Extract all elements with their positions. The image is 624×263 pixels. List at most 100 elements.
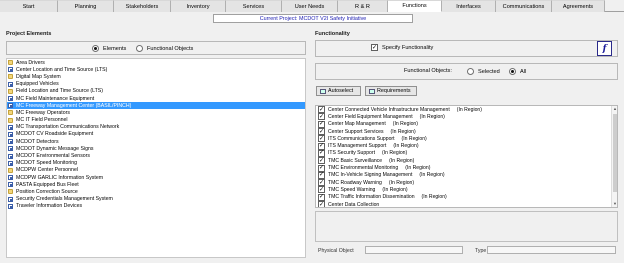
tree-item-label: MCDOT Detectors (16, 138, 59, 145)
tree-item[interactable]: MCDPW GARLIC Information System (7, 174, 305, 181)
tree-item[interactable]: MCDOT Detectors (7, 138, 305, 145)
tab-communications[interactable]: Communications (496, 0, 552, 12)
radio-all-label: All (520, 68, 527, 75)
function-row[interactable]: ✓ Center Support Services (In Region) (316, 128, 617, 136)
radio-functional-objects-icon[interactable] (136, 45, 143, 52)
functions-scrollbar[interactable]: ▲ ▼ (611, 106, 617, 207)
project-elements-list[interactable]: Area Drivers Center Location and Time Sou… (6, 58, 306, 258)
radio-selected-icon[interactable] (467, 68, 474, 75)
function-region: (In Region) (392, 121, 418, 128)
function-row[interactable]: ✓ TMC Roadway Warning (In Region) (316, 179, 617, 187)
project-elements-header: Project Elements (6, 31, 52, 37)
tree-item[interactable]: Security Credentials Management System (7, 196, 305, 203)
function-row[interactable]: ✓ ITS Management Support (In Region) (316, 142, 617, 150)
requirements-button[interactable]: Requirements (365, 86, 417, 96)
function-checkbox[interactable]: ✓ (318, 201, 325, 207)
function-checkbox[interactable]: ✓ (318, 179, 325, 187)
tree-item[interactable]: MC IT Field Personnel (7, 117, 305, 124)
element-icon (8, 146, 13, 152)
tab-r-r[interactable]: R & R (338, 0, 388, 12)
tree-item-label: Equipped Vehicles (16, 81, 59, 88)
tree-item[interactable]: Traveler Information Devices (7, 203, 305, 210)
function-checkbox[interactable]: ✓ (318, 157, 325, 165)
tree-item[interactable]: MCDPW Center Personnel (7, 167, 305, 174)
scroll-down-icon[interactable]: ▼ (612, 201, 617, 207)
folder-icon (8, 189, 13, 195)
tree-item-label: MCDOT Dynamic Message Signs (16, 145, 94, 152)
folder-icon (8, 88, 13, 94)
function-row[interactable]: ✓ Center Field Equipment Management (In Re… (316, 113, 617, 121)
tree-item-label: Traveler Information Devices (16, 203, 83, 210)
autoselect-button[interactable]: Autoselect (316, 86, 361, 96)
specify-functionality-checkbox[interactable]: ✓ (371, 44, 378, 51)
function-checkbox[interactable]: ✓ (318, 193, 325, 201)
function-region: (In Region) (456, 106, 482, 113)
functions-list[interactable]: ✓ Center Connected Vehicle Infrastructure… (315, 105, 618, 208)
tree-item[interactable]: MCDOT Dynamic Message Signs (7, 145, 305, 152)
type-label: Type (475, 248, 487, 254)
tab-functions[interactable]: Functions (388, 0, 442, 12)
tree-item[interactable]: MC Field Maintenance Equipment (7, 95, 305, 102)
function-row[interactable]: ✓ TMC In-Vehicle Signing Management (In Re… (316, 171, 617, 179)
type-field (487, 246, 616, 254)
function-name: Center Field Equipment Management (328, 113, 413, 120)
function-checkbox[interactable]: ✓ (318, 120, 325, 128)
function-checkbox[interactable]: ✓ (318, 128, 325, 136)
radio-selected-option[interactable]: Selected (467, 68, 500, 75)
function-row[interactable]: ✓ ITS Security Support (In Region) (316, 149, 617, 157)
tab-interfaces[interactable]: Interfaces (442, 0, 496, 12)
function-checkbox[interactable]: ✓ (318, 106, 325, 114)
function-checkbox[interactable]: ✓ (318, 164, 325, 172)
function-row[interactable]: ✓ Center Connected Vehicle Infrastructure… (316, 106, 617, 114)
tree-item[interactable]: PASTA Equipped Bus Fleet (7, 181, 305, 188)
radio-elements-icon[interactable] (92, 45, 99, 52)
tree-item[interactable]: Center Location and Time Source (LTS) (7, 66, 305, 73)
function-checkbox[interactable]: ✓ (318, 149, 325, 157)
function-checkbox[interactable]: ✓ (318, 135, 325, 143)
functionality-header: Functionality (315, 31, 350, 37)
function-row[interactable]: ✓ TMC Environmental Monitoring (In Region) (316, 164, 617, 172)
tree-item[interactable]: MCDOT Speed Monitoring (7, 160, 305, 167)
scroll-up-icon[interactable]: ▲ (612, 106, 617, 112)
tree-item-label: MCDOT Speed Monitoring (16, 160, 78, 167)
function-formula-icon[interactable]: f (597, 41, 612, 56)
tab-stakeholders[interactable]: Stakeholders (114, 0, 171, 12)
current-project-label: Current Project: MCDOT V2I Safety Initia… (213, 14, 413, 23)
radio-all-option[interactable]: All (509, 68, 526, 75)
specify-functionality-option[interactable]: ✓ Specify Functionality (371, 44, 433, 51)
tab-services[interactable]: Services (226, 0, 282, 12)
function-checkbox[interactable]: ✓ (318, 186, 325, 194)
element-icon (8, 160, 13, 166)
tree-item[interactable]: MCDOT Environmental Sensors (7, 152, 305, 159)
autoselect-icon (320, 88, 326, 94)
function-row[interactable]: ✓ TMC Traffic Information Dissemination (I… (316, 193, 617, 201)
tree-item[interactable]: MC Freeway Operators (7, 109, 305, 116)
radio-functional-objects-option[interactable]: Functional Objects (136, 45, 193, 52)
tab-planning[interactable]: Planning (58, 0, 114, 12)
tree-item[interactable]: MC Transportation Communications Network (7, 124, 305, 131)
tab-start[interactable]: Start (0, 0, 58, 12)
radio-elements-option[interactable]: Elements (92, 45, 126, 52)
tree-item[interactable]: Area Drivers (7, 59, 305, 66)
function-checkbox[interactable]: ✓ (318, 171, 325, 179)
tree-item[interactable]: Field Location and Time Source (LTS) (7, 88, 305, 95)
tab-inventory[interactable]: Inventory (171, 0, 226, 12)
function-description-box[interactable] (315, 211, 618, 242)
function-region: (In Region) (390, 128, 416, 135)
tab-user-needs[interactable]: User Needs (282, 0, 338, 12)
tree-item[interactable]: MC Freeway Management Center (BASIL/PINC… (7, 102, 305, 110)
function-row[interactable]: ✓ TMC Speed Warning (In Region) (316, 186, 617, 194)
function-checkbox[interactable]: ✓ (318, 142, 325, 150)
scroll-thumb[interactable] (613, 114, 617, 192)
function-row[interactable]: ✓ Center Map Management (In Region) (316, 120, 617, 128)
radio-all-icon[interactable] (509, 68, 516, 75)
tab-agreements[interactable]: Agreements (552, 0, 605, 12)
function-checkbox[interactable]: ✓ (318, 113, 325, 121)
tree-item[interactable]: Equipped Vehicles (7, 81, 305, 88)
function-row[interactable]: ✓ Center Data Collection (316, 201, 617, 207)
tree-item[interactable]: Digital Map System (7, 73, 305, 80)
function-row[interactable]: ✓ TMC Basic Surveillance (In Region) (316, 157, 617, 165)
function-row[interactable]: ✓ ITS Communications Support (In Region) (316, 135, 617, 143)
tree-item[interactable]: Position Correction Source (7, 188, 305, 195)
tree-item[interactable]: MCDOT CV Roadside Equipment (7, 131, 305, 138)
